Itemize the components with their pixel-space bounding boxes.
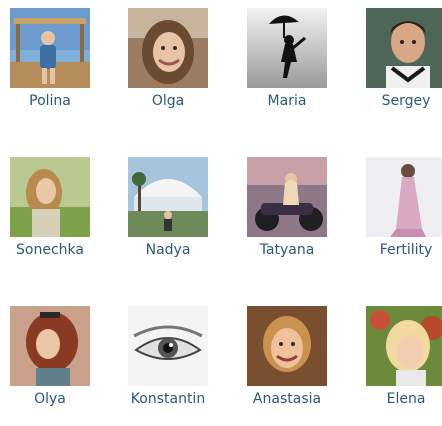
avatar-polina[interactable] — [10, 8, 90, 88]
friend-card-anastasia[interactable]: Anastasia — [237, 306, 347, 426]
avatar-tatyana[interactable] — [247, 157, 327, 237]
photo-girl-smiling — [247, 306, 327, 386]
photo-man-portrait — [366, 8, 442, 88]
friend-name[interactable]: Konstantin — [108, 390, 228, 408]
photo-seaside-girl — [10, 8, 90, 88]
friend-card-polina[interactable]: Polina — [0, 8, 110, 128]
avatar-anastasia[interactable] — [247, 306, 327, 386]
friend-name[interactable]: Olya — [0, 390, 110, 408]
friend-card-tatyana[interactable]: Tatyana — [237, 157, 347, 277]
photo-smiling-woman — [128, 8, 208, 88]
photo-umbrella-silhouette — [247, 8, 327, 88]
friend-card-sergey[interactable]: Sergey — [356, 8, 442, 128]
friend-name[interactable]: Anastasia — [227, 390, 347, 408]
friend-card-olga[interactable]: Olga — [118, 8, 228, 128]
avatar-elena[interactable] — [366, 306, 442, 386]
avatar-olya[interactable] — [10, 306, 90, 386]
friend-name[interactable]: Olga — [108, 92, 228, 110]
friend-card-nadya[interactable]: Nadya — [118, 157, 228, 277]
friend-name[interactable]: Sonechka — [0, 241, 110, 259]
friend-card-konstantin[interactable]: Konstantin — [118, 306, 228, 426]
photo-eye-closeup — [128, 306, 208, 386]
friend-name[interactable]: Tatyana — [227, 241, 347, 259]
friend-name[interactable]: Sergey — [346, 92, 442, 110]
avatar-nadya[interactable] — [128, 157, 208, 237]
avatar-sonechka[interactable] — [10, 157, 90, 237]
friend-name[interactable]: Polina — [0, 92, 110, 110]
photo-woman-motorcycle — [247, 157, 327, 237]
friends-grid: Polina Olga Maria Sergey Sonechka Nadya … — [0, 0, 442, 407]
avatar-olga[interactable] — [128, 8, 208, 88]
photo-blonde-woman — [366, 306, 442, 386]
friend-card-olya[interactable]: Olya — [0, 306, 110, 426]
avatar-maria[interactable] — [247, 8, 327, 88]
avatar-fertility[interactable] — [366, 157, 442, 237]
friend-name[interactable]: Maria — [227, 92, 347, 110]
friend-name[interactable]: Elena — [346, 390, 442, 408]
friend-card-fertility[interactable]: Fertility — [356, 157, 442, 277]
friend-card-maria[interactable]: Maria — [237, 8, 347, 128]
photo-modern-building — [128, 157, 208, 237]
photo-woman-in-dress — [366, 157, 442, 237]
photo-girl-in-meadow — [10, 157, 90, 237]
avatar-konstantin[interactable] — [128, 306, 208, 386]
friend-name[interactable]: Nadya — [108, 241, 228, 259]
friend-card-sonechka[interactable]: Sonechka — [0, 157, 110, 277]
friend-name[interactable]: Fertility — [346, 241, 442, 259]
avatar-sergey[interactable] — [366, 8, 442, 88]
friend-card-elena[interactable]: Elena — [356, 306, 442, 426]
photo-girl-red-hair — [10, 306, 90, 386]
